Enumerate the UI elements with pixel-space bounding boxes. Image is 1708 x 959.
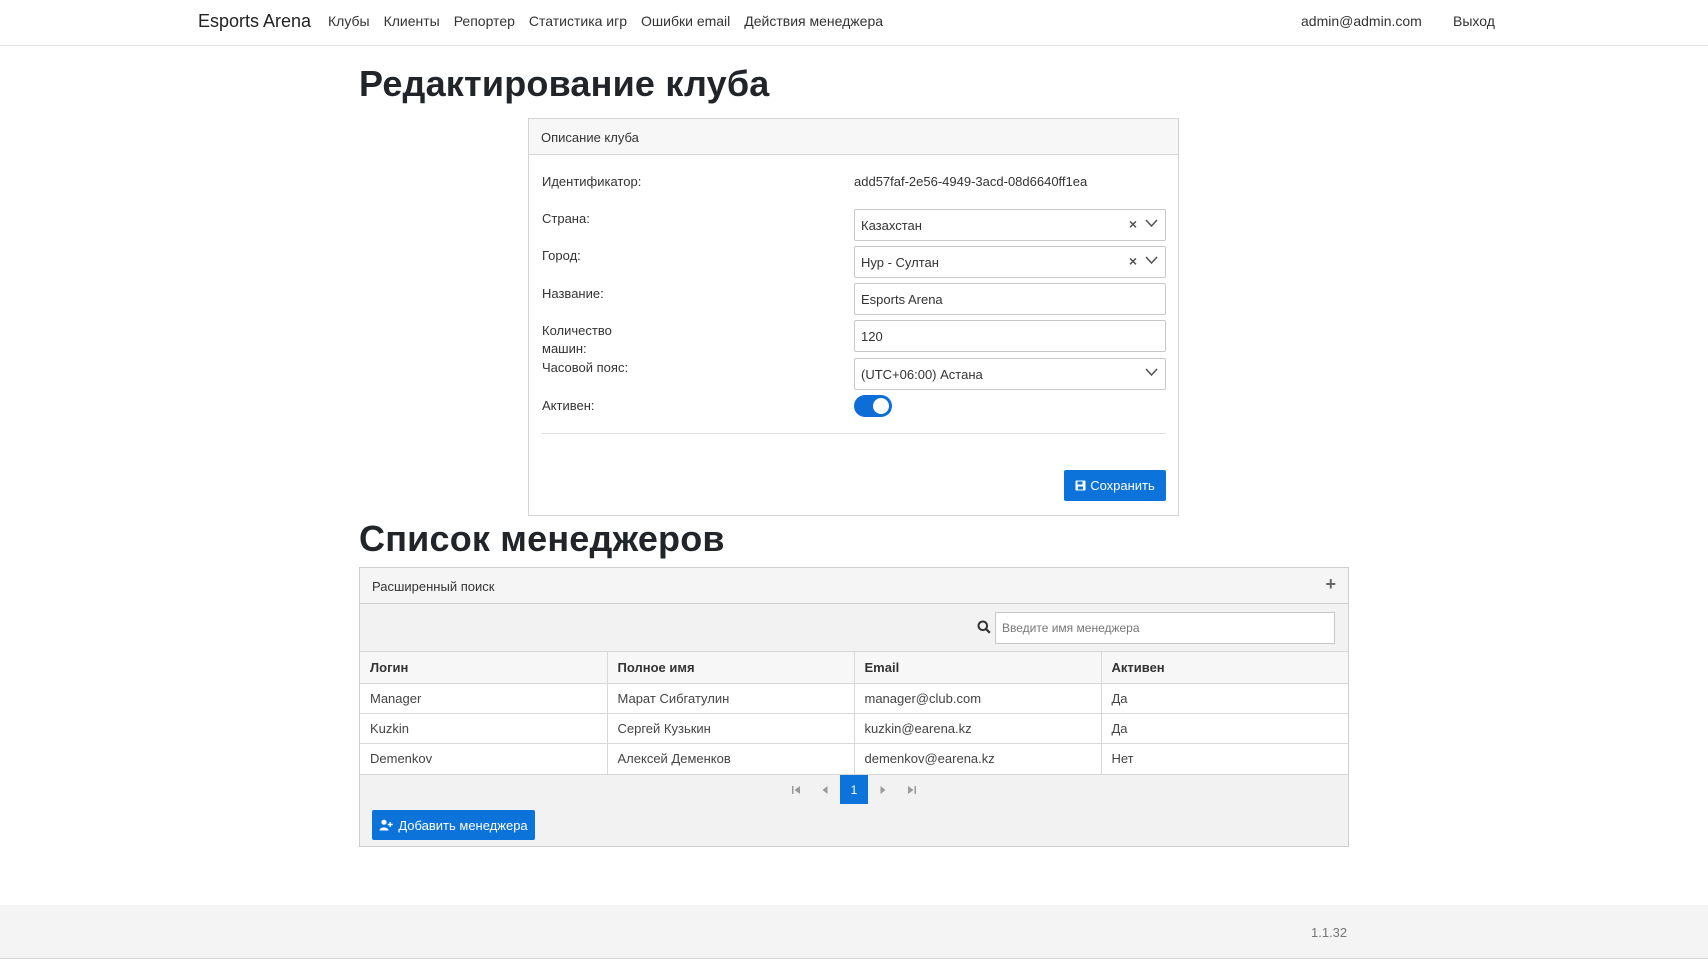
cell-active: Да (1101, 683, 1348, 714)
search-row (360, 604, 1348, 651)
timezone-select-value: (UTC+06:00) Астана (861, 367, 983, 382)
nav-link-clubs[interactable]: Клубы (328, 13, 370, 29)
machines-label: Количество машин: (542, 323, 612, 356)
logout-link[interactable]: Выход (1453, 13, 1495, 29)
cell-login: Demenkov (360, 743, 608, 774)
chevron-down-icon[interactable] (1145, 368, 1158, 377)
table-header-row: Логин Полное имя Email Активен (360, 651, 1348, 684)
chevron-down-icon[interactable] (1145, 256, 1158, 265)
save-button[interactable]: Сохранить (1064, 470, 1166, 501)
machines-input[interactable]: 120 (854, 320, 1166, 352)
app-version: 1.1.32 (1311, 925, 1348, 940)
page-title: Редактирование клуба (359, 63, 770, 104)
club-form-header: Описание клуба (529, 119, 1178, 155)
nav-link-clients[interactable]: Клиенты (384, 13, 440, 29)
top-navbar: Esports Arena Клубы Клиенты Репортер Ста… (0, 0, 1708, 46)
advanced-search-label: Расширенный поиск (372, 579, 495, 594)
country-select[interactable]: Казахстан × (854, 209, 1166, 241)
chevron-down-icon[interactable] (1145, 219, 1158, 228)
nav-links: Клубы Клиенты Репортер Статистика игр Ош… (328, 13, 897, 29)
cell-active: Да (1101, 713, 1348, 744)
active-label: Активен: (542, 398, 595, 413)
managers-table: Логин Полное имя Email Активен Manager М… (360, 651, 1348, 774)
save-button-label: Сохранить (1090, 478, 1155, 493)
timezone-label: Часовой пояс: (542, 360, 629, 375)
add-user-icon (379, 819, 394, 831)
column-header-active[interactable]: Активен (1101, 651, 1348, 684)
prev-page-icon[interactable] (811, 775, 839, 804)
first-page-icon[interactable] (782, 775, 810, 804)
city-select[interactable]: Нур - Султан × (854, 246, 1166, 278)
name-label: Название: (542, 286, 604, 301)
column-header-fullname[interactable]: Полное имя (607, 651, 855, 684)
cell-login: Kuzkin (360, 713, 608, 744)
timezone-select[interactable]: (UTC+06:00) Астана (854, 358, 1166, 390)
managers-title: Список менеджеров (359, 518, 725, 559)
pagination: 1 (360, 774, 1348, 804)
cell-active: Нет (1101, 743, 1348, 774)
plus-icon[interactable]: + (1325, 574, 1336, 595)
country-label: Страна: (542, 211, 590, 226)
cell-email: kuzkin@earena.kz (854, 713, 1102, 744)
country-select-value: Казахстан (861, 218, 922, 233)
city-clear-icon[interactable]: × (1129, 253, 1137, 269)
cell-email: demenkov@earena.kz (854, 743, 1102, 774)
id-label: Идентификатор: (542, 174, 642, 189)
table-row[interactable]: Kuzkin Сергей Кузькин kuzkin@earena.kz Д… (360, 713, 1348, 744)
id-value: add57faf-2e56-4949-3acd-08d6640ff1ea (854, 174, 1088, 189)
next-page-icon[interactable] (869, 775, 897, 804)
manager-search-input[interactable] (995, 612, 1335, 644)
nav-link-reporter[interactable]: Репортер (454, 13, 515, 29)
column-header-login[interactable]: Логин (360, 651, 608, 684)
managers-panel: Расширенный поиск + Логин Полное имя Ema… (359, 567, 1349, 847)
add-manager-label: Добавить менеджера (398, 817, 528, 833)
name-input[interactable]: Esports Arena (854, 283, 1166, 315)
advanced-search-header[interactable]: Расширенный поиск + (360, 568, 1348, 604)
cell-fullname: Марат Сибгатулин (607, 683, 855, 714)
cell-email: manager@club.com (854, 683, 1102, 714)
footer: 1.1.32 (0, 905, 1708, 959)
nav-link-manager-actions[interactable]: Действия менеджера (744, 13, 883, 29)
user-email-link[interactable]: admin@admin.com (1301, 13, 1422, 29)
last-page-icon[interactable] (898, 775, 926, 804)
city-label: Город: (542, 248, 581, 263)
nav-link-game-stats[interactable]: Статистика игр (529, 13, 627, 29)
add-manager-button[interactable]: Добавить менеджера (372, 810, 535, 840)
cell-login: Manager (360, 683, 608, 714)
toggle-knob (873, 398, 889, 414)
page-button-current[interactable]: 1 (840, 775, 868, 804)
search-icon (977, 620, 991, 634)
floppy-disk-icon (1075, 480, 1086, 491)
nav-link-email-errors[interactable]: Ошибки email (641, 13, 730, 29)
table-row[interactable]: Manager Марат Сибгатулин manager@club.co… (360, 683, 1348, 714)
divider (542, 433, 1166, 434)
country-clear-icon[interactable]: × (1129, 216, 1137, 232)
cell-fullname: Алексей Деменков (607, 743, 855, 774)
brand-link[interactable]: Esports Arena (198, 11, 311, 32)
column-header-email[interactable]: Email (854, 651, 1102, 684)
table-row[interactable]: Demenkov Алексей Деменков demenkov@earen… (360, 743, 1348, 774)
active-toggle[interactable] (854, 395, 892, 417)
cell-fullname: Сергей Кузькин (607, 713, 855, 744)
city-select-value: Нур - Султан (861, 255, 939, 270)
club-form-card: Описание клуба Идентификатор: add57faf-2… (528, 118, 1179, 516)
